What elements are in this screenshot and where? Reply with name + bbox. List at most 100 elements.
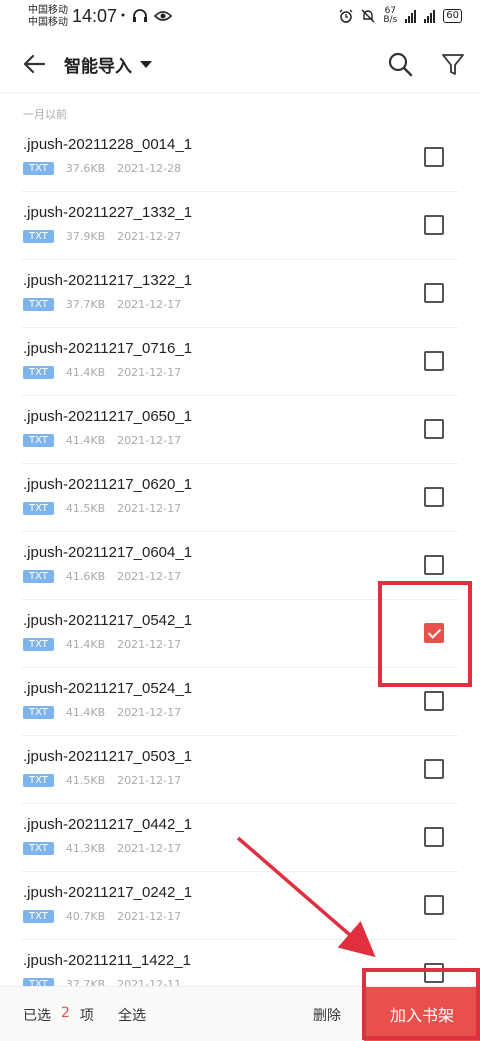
file-size: 41.5KB bbox=[65, 502, 106, 515]
caret-down-icon bbox=[140, 61, 152, 68]
file-name: .jpush-20211217_0242_1 bbox=[23, 884, 193, 901]
file-size: 40.7KB bbox=[65, 910, 106, 923]
file-meta: TXT 41.5KB 2021-12-17 bbox=[23, 774, 181, 787]
file-size: 41.6KB bbox=[65, 570, 106, 583]
title-dropdown[interactable]: 智能导入 bbox=[64, 52, 152, 77]
file-date: 2021-12-17 bbox=[117, 298, 182, 311]
file-date: 2021-12-17 bbox=[117, 910, 182, 923]
file-checkbox[interactable] bbox=[424, 827, 444, 847]
file-size: 41.5KB bbox=[65, 774, 106, 787]
file-type-badge: TXT bbox=[23, 366, 54, 379]
file-checkbox[interactable] bbox=[424, 283, 444, 303]
file-row[interactable]: .jpush-20211217_0620_1 TXT 41.5KB 2021-1… bbox=[0, 464, 480, 532]
status-icons-right: 67 B/s 60 bbox=[339, 7, 462, 25]
file-checkbox[interactable] bbox=[424, 147, 444, 167]
net-speed-unit: B/s bbox=[383, 15, 398, 25]
file-meta: TXT 41.6KB 2021-12-17 bbox=[23, 570, 181, 583]
file-row[interactable]: .jpush-20211217_0650_1 TXT 41.4KB 2021-1… bbox=[0, 396, 480, 464]
file-name: .jpush-20211217_0650_1 bbox=[23, 408, 193, 425]
file-size: 41.4KB bbox=[65, 706, 106, 719]
file-checkbox[interactable] bbox=[424, 419, 444, 439]
file-size: 37.6KB bbox=[65, 162, 106, 175]
file-checkbox[interactable] bbox=[424, 759, 444, 779]
file-meta: TXT 41.4KB 2021-12-17 bbox=[23, 706, 181, 719]
file-type-badge: TXT bbox=[23, 774, 54, 787]
file-size: 37.7KB bbox=[65, 978, 106, 986]
file-date: 2021-12-11 bbox=[117, 978, 182, 986]
file-date: 2021-12-17 bbox=[117, 842, 182, 855]
section-header: 一月以前 bbox=[23, 108, 67, 121]
file-row[interactable]: .jpush-20211217_0242_1 TXT 40.7KB 2021-1… bbox=[0, 872, 480, 940]
file-row[interactable]: .jpush-20211217_0716_1 TXT 41.4KB 2021-1… bbox=[0, 328, 480, 396]
file-type-badge: TXT bbox=[23, 978, 54, 986]
app-header: 智能导入 bbox=[0, 36, 480, 92]
file-name: .jpush-20211228_0014_1 bbox=[23, 136, 193, 153]
file-name: .jpush-20211211_1422_1 bbox=[23, 952, 191, 969]
page-title: 智能导入 bbox=[64, 57, 132, 77]
search-icon[interactable] bbox=[386, 50, 414, 78]
file-meta: TXT 37.6KB 2021-12-28 bbox=[23, 162, 181, 175]
file-name: .jpush-20211217_0542_1 bbox=[23, 612, 193, 629]
file-row[interactable]: .jpush-20211217_0503_1 TXT 41.5KB 2021-1… bbox=[0, 736, 480, 804]
file-type-badge: TXT bbox=[23, 570, 54, 583]
battery-icon: 60 bbox=[443, 9, 462, 23]
file-size: 41.3KB bbox=[65, 842, 106, 855]
annotation-highlight-button bbox=[362, 968, 480, 1040]
file-type-badge: TXT bbox=[23, 434, 54, 447]
file-checkbox[interactable] bbox=[424, 691, 444, 711]
file-meta: TXT 41.4KB 2021-12-17 bbox=[23, 366, 181, 379]
net-speed: 67 B/s bbox=[383, 7, 397, 25]
status-icons-left bbox=[120, 9, 172, 23]
delete-button[interactable]: 删除 bbox=[313, 1005, 341, 1025]
file-row[interactable]: .jpush-20211217_0442_1 TXT 41.3KB 2021-1… bbox=[0, 804, 480, 872]
selected-suffix: 项 bbox=[79, 1008, 94, 1024]
filter-icon[interactable] bbox=[440, 50, 466, 78]
file-checkbox[interactable] bbox=[424, 351, 444, 371]
file-checkbox[interactable] bbox=[424, 895, 444, 915]
file-checkbox[interactable] bbox=[424, 487, 444, 507]
mute-bell-icon bbox=[361, 9, 375, 23]
file-row[interactable]: .jpush-20211227_1332_1 TXT 37.9KB 2021-1… bbox=[0, 192, 480, 260]
file-size: 37.9KB bbox=[65, 230, 106, 243]
file-date: 2021-12-17 bbox=[117, 774, 182, 787]
file-size: 41.4KB bbox=[65, 434, 106, 447]
file-type-badge: TXT bbox=[23, 298, 54, 311]
file-size: 41.4KB bbox=[65, 366, 106, 379]
file-date: 2021-12-17 bbox=[117, 570, 182, 583]
file-meta: TXT 41.4KB 2021-12-17 bbox=[23, 638, 181, 651]
file-type-badge: TXT bbox=[23, 706, 54, 719]
signal-2-icon bbox=[424, 9, 436, 23]
file-name: .jpush-20211227_1332_1 bbox=[23, 204, 193, 221]
clock: 14:07 bbox=[72, 6, 118, 26]
select-all-button[interactable]: 全选 bbox=[118, 1005, 146, 1025]
file-date: 2021-12-27 bbox=[117, 230, 182, 243]
back-arrow-icon[interactable] bbox=[20, 50, 48, 78]
eye-icon bbox=[154, 11, 172, 21]
file-meta: TXT 37.7KB 2021-12-11 bbox=[23, 978, 181, 986]
file-type-badge: TXT bbox=[23, 842, 54, 855]
file-row[interactable]: .jpush-20211217_1322_1 TXT 37.7KB 2021-1… bbox=[0, 260, 480, 328]
selection-count: 已选 2 项 bbox=[23, 1005, 94, 1025]
file-type-badge: TXT bbox=[23, 502, 54, 515]
file-name: .jpush-20211217_0442_1 bbox=[23, 816, 193, 833]
alarm-icon bbox=[339, 9, 353, 23]
file-meta: TXT 37.9KB 2021-12-27 bbox=[23, 230, 181, 243]
file-row[interactable]: .jpush-20211228_0014_1 TXT 37.6KB 2021-1… bbox=[0, 124, 480, 192]
file-meta: TXT 40.7KB 2021-12-17 bbox=[23, 910, 181, 923]
carrier-info: 中国移动 中国移动 bbox=[28, 5, 68, 29]
file-date: 2021-12-17 bbox=[117, 366, 182, 379]
file-date: 2021-12-28 bbox=[117, 162, 182, 175]
file-type-badge: TXT bbox=[23, 638, 54, 651]
selected-prefix: 已选 bbox=[23, 1008, 51, 1024]
file-name: .jpush-20211217_1322_1 bbox=[23, 272, 193, 289]
file-type-badge: TXT bbox=[23, 162, 54, 175]
file-date: 2021-12-17 bbox=[117, 502, 182, 515]
file-name: .jpush-20211217_0503_1 bbox=[23, 748, 193, 765]
file-meta: TXT 41.4KB 2021-12-17 bbox=[23, 434, 181, 447]
file-type-badge: TXT bbox=[23, 230, 54, 243]
file-size: 41.4KB bbox=[65, 638, 106, 651]
file-checkbox[interactable] bbox=[424, 215, 444, 235]
status-bar: 中国移动 中国移动 14:07 67 B/s 60 bbox=[0, 0, 480, 36]
file-checkbox[interactable] bbox=[424, 555, 444, 575]
file-type-badge: TXT bbox=[23, 910, 54, 923]
